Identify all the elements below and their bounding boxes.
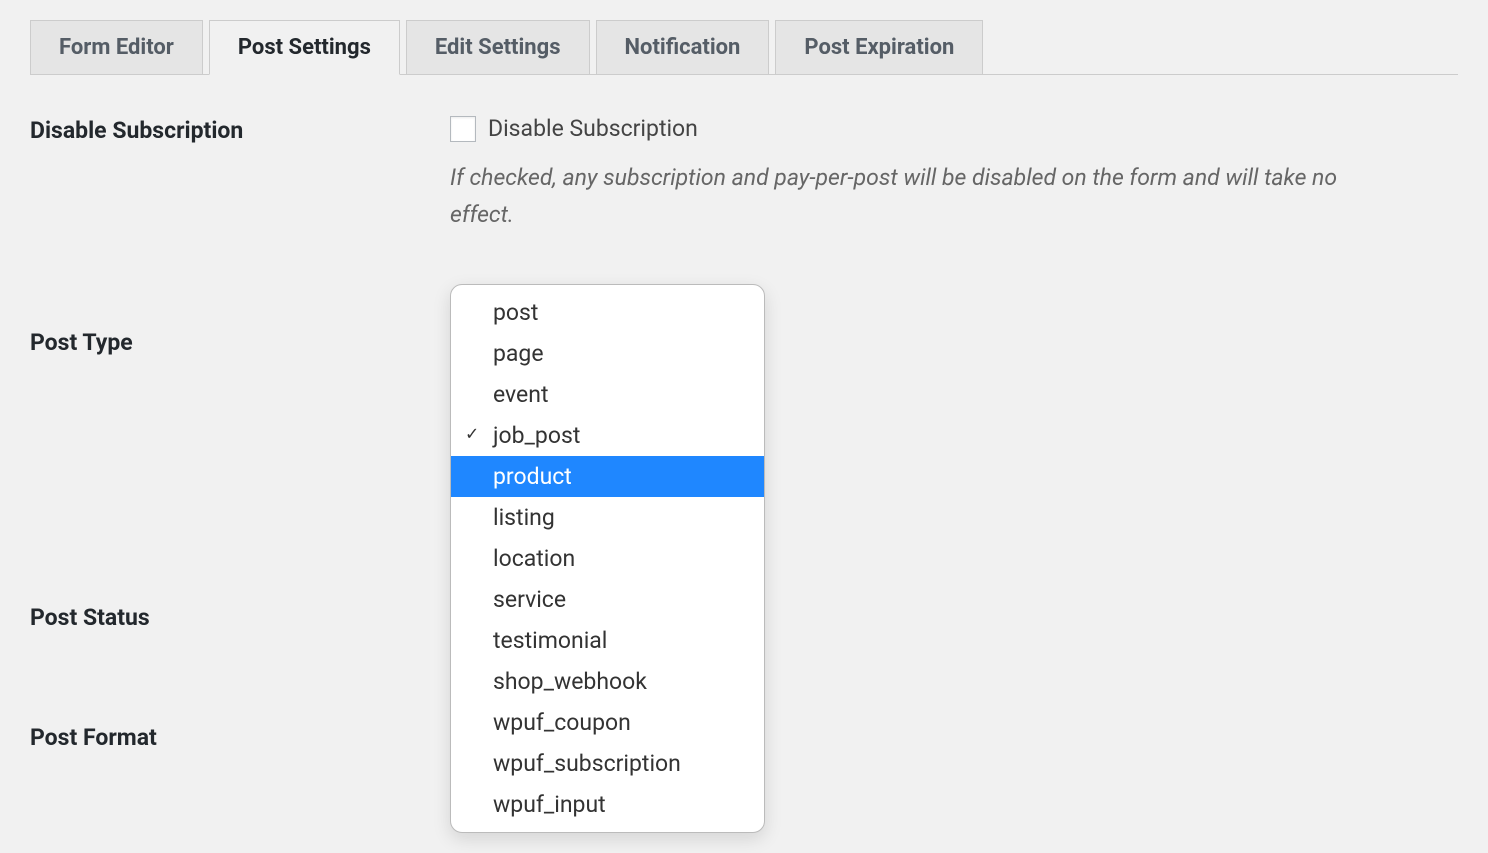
tab-post-expiration[interactable]: Post Expiration [775,20,983,75]
tab-post-settings[interactable]: Post Settings [209,20,400,75]
option-event[interactable]: event [451,374,764,415]
option-post[interactable]: post [451,292,764,333]
row-post-type: Post Type post page event ✓job_post prod… [30,284,1458,834]
tab-form-editor[interactable]: Form Editor [30,20,203,75]
option-page[interactable]: page [451,333,764,374]
post-type-dropdown-list: post page event ✓job_post product listin… [450,284,765,834]
checkbox-disable-subscription[interactable] [450,116,476,142]
check-icon: ✓ [465,424,479,447]
help-text-disable-subscription: If checked, any subscription and pay-per… [450,160,1370,234]
option-product[interactable]: product [451,456,764,497]
option-listing[interactable]: listing [451,497,764,538]
option-wpuf-subscription[interactable]: wpuf_subscription [451,743,764,784]
option-wpuf-coupon[interactable]: wpuf_coupon [451,702,764,743]
post-type-select[interactable]: post page event ✓job_post product listin… [450,284,765,834]
label-post-status: Post Status [30,604,450,631]
label-post-format: Post Format [30,724,450,751]
tab-notification[interactable]: Notification [596,20,770,75]
option-testimonial[interactable]: testimonial [451,620,764,661]
label-disable-subscription: Disable Subscription [30,115,450,144]
option-location[interactable]: location [451,538,764,579]
option-service[interactable]: service [451,579,764,620]
option-job-post[interactable]: ✓job_post [451,415,764,456]
row-disable-subscription: Disable Subscription Disable Subscriptio… [30,115,1458,234]
option-shop-webhook[interactable]: shop_webhook [451,661,764,702]
checkbox-label-disable-subscription[interactable]: Disable Subscription [488,115,698,142]
settings-tabs: Form Editor Post Settings Edit Settings … [30,20,1458,75]
option-wpuf-input[interactable]: wpuf_input [451,784,764,825]
label-post-type: Post Type [30,284,450,356]
tab-edit-settings[interactable]: Edit Settings [406,20,590,75]
